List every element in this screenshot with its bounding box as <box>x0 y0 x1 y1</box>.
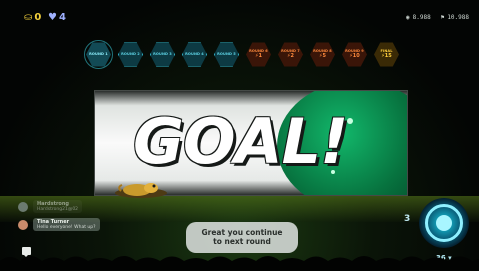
round-8-badge: ROUND 8 ⚡5 <box>310 42 335 67</box>
top-hud: ⛀ 0 ♥ 4 ◉ 8.988 ⚑ 10.988 <box>0 0 479 32</box>
goal-title: GOAL! <box>133 105 348 178</box>
top-right-stats: ◉ 8.988 ⚑ 10.988 <box>406 14 469 21</box>
crowd-silhouette <box>0 256 479 271</box>
timer-core <box>436 215 452 231</box>
views-count: 8.988 <box>412 14 431 21</box>
round-value: ⚡1 <box>255 52 262 59</box>
chat-message: Tina Turner Hello everyone! What up? <box>18 218 136 231</box>
chat-bubble: Hardstrong Hardstrong21@02 <box>33 200 83 213</box>
banner-dot <box>347 118 353 124</box>
round-7-badge: ROUND 7 ⚡2 <box>278 42 303 67</box>
round-1-badge: ROUND 1 <box>84 40 113 69</box>
round-label: ROUND 2 <box>121 51 140 56</box>
toast-line-2: to next round <box>213 236 271 246</box>
round-value: ⚡10 <box>349 52 360 59</box>
round-2-badge: ROUND 2 <box>118 42 143 67</box>
heart-counter: ♥ 4 <box>48 12 66 23</box>
round-label: ROUND 4 <box>185 51 204 56</box>
round-5-badge: ROUND 5 <box>214 42 239 67</box>
avatar <box>18 219 28 230</box>
action-button[interactable] <box>419 198 469 248</box>
heart-icon: ♥ <box>48 12 57 23</box>
round-value: ⚡5 <box>319 52 326 59</box>
eye-icon: ◉ <box>406 14 410 21</box>
coin-icon: ⛀ <box>24 12 33 23</box>
coin-count: 0 <box>34 12 42 23</box>
round-label: ROUND 5 <box>217 51 236 56</box>
round-9-badge: ROUND 9 ⚡10 <box>342 42 367 67</box>
creature-sprite <box>115 183 167 198</box>
chat-bubble: Tina Turner Hello everyone! What up? <box>33 218 100 231</box>
heart-count: 4 <box>58 12 66 23</box>
final-round-badge: FINAL ⚡15 <box>374 42 399 67</box>
chat-text: Hardstrong21@02 <box>37 207 79 212</box>
round-value: ⚡15 <box>381 52 392 59</box>
score-stat: ⚑ 10.988 <box>441 14 469 21</box>
score-count: 10.988 <box>447 14 469 21</box>
coin-counter: ⛀ 0 <box>24 12 41 23</box>
round-label: ROUND 3 <box>153 51 172 56</box>
chat-feed: Hardstrong Hardstrong21@02 Tina Turner H… <box>18 200 136 236</box>
chat-message: Hardstrong Hardstrong21@02 <box>18 200 136 213</box>
chat-text: Hello everyone! What up? <box>37 225 96 230</box>
timer-count: 3 <box>404 214 411 224</box>
game-screen: ⛀ 0 ♥ 4 ◉ 8.988 ⚑ 10.988 ROUND 1 ROUND 2… <box>0 0 479 271</box>
round-3-badge: ROUND 3 <box>150 42 175 67</box>
flag-icon: ⚑ <box>440 14 445 21</box>
views-stat: ◉ 8.988 <box>406 14 431 21</box>
round-value: ⚡2 <box>287 52 294 59</box>
round-progress: ROUND 1 ROUND 2 ROUND 3 ROUND 4 ROUND 5 … <box>84 40 399 69</box>
avatar <box>18 201 28 212</box>
round-label: ROUND 1 <box>89 51 108 56</box>
round-4-badge: ROUND 4 <box>182 42 207 67</box>
round-6-badge: ROUND 6 ⚡1 <box>246 42 271 67</box>
